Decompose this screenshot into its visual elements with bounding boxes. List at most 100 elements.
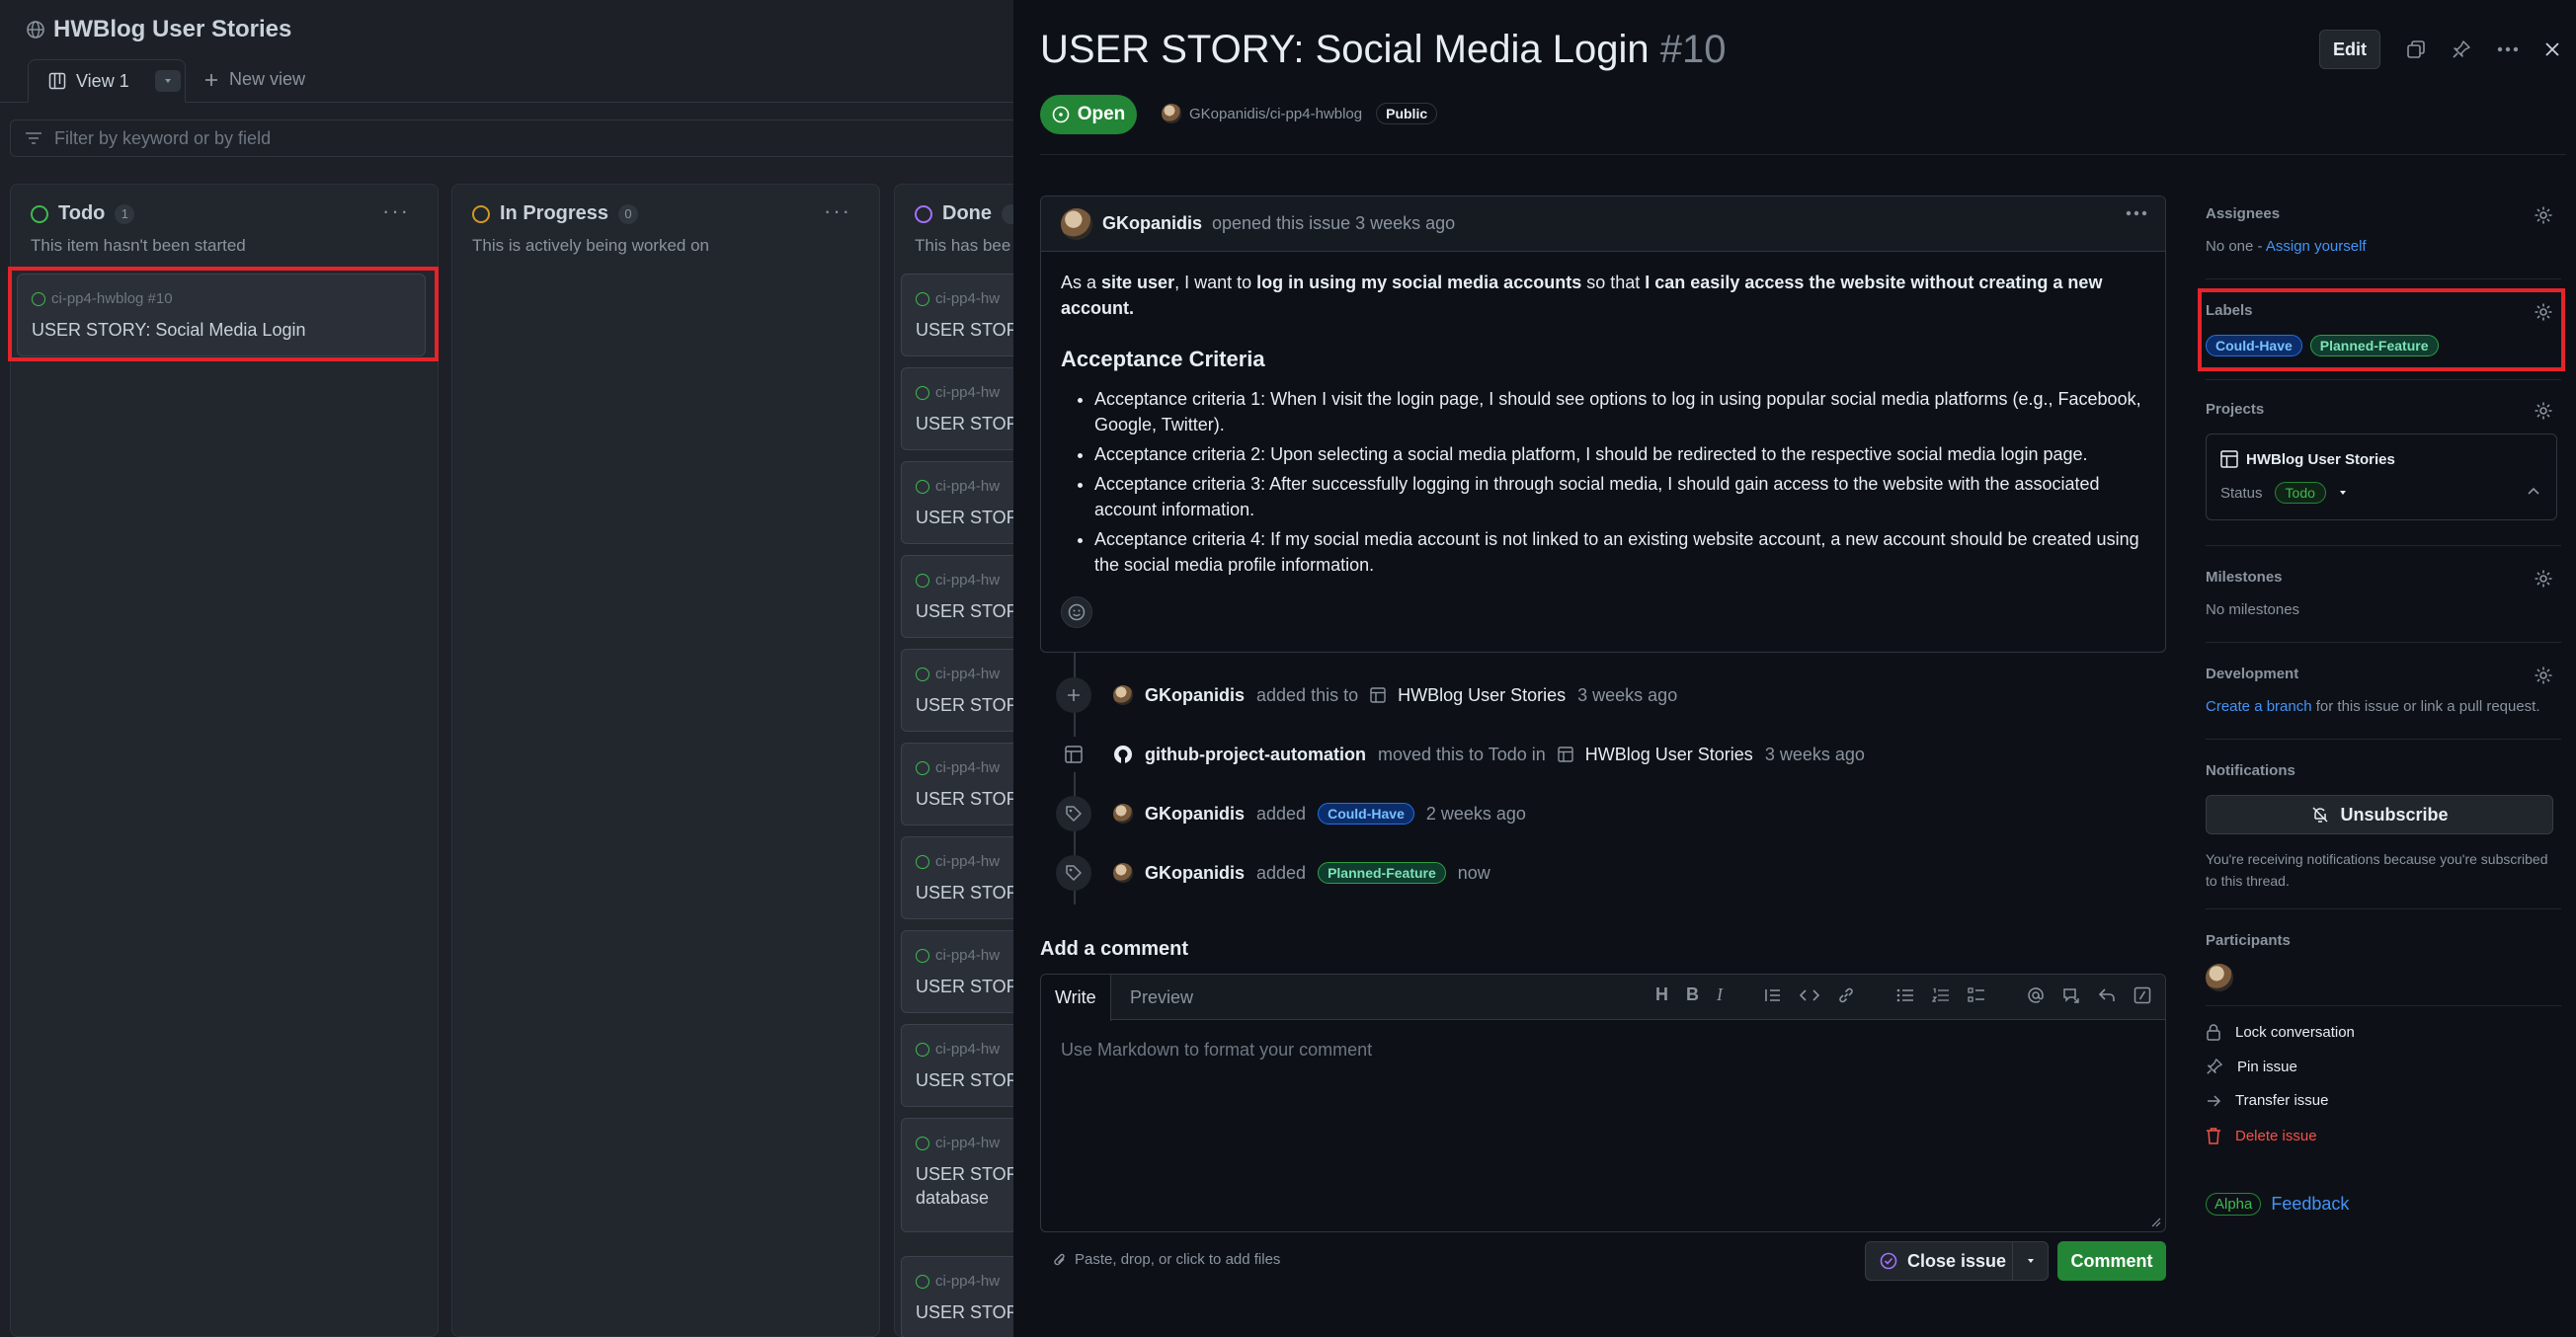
column-title: Done	[942, 202, 992, 224]
column-title: In Progress	[500, 202, 609, 224]
acceptance-heading: Acceptance Criteria	[1061, 347, 1265, 371]
close-options-dropdown[interactable]	[2012, 1242, 2048, 1280]
numbered-list-icon[interactable]	[1932, 987, 1950, 1003]
open-issue-icon	[916, 291, 929, 306]
tab-preview[interactable]: Preview	[1130, 975, 1193, 1020]
open-issue-icon	[916, 385, 929, 400]
attach-files[interactable]: Paste, drop, or click to add files	[1053, 1251, 1280, 1268]
code-icon[interactable]	[1800, 988, 1819, 1002]
pin-issue-button[interactable]: Pin issue	[2206, 1058, 2297, 1075]
event-actor[interactable]: GKopanidis	[1145, 804, 1245, 825]
open-issue-icon	[916, 760, 929, 775]
close-icon[interactable]	[2544, 41, 2560, 57]
tab-view-1[interactable]: View 1	[28, 59, 186, 103]
transfer-issue-button[interactable]: Transfer issue	[2206, 1092, 2328, 1109]
project-title: HWBlog User Stories	[26, 16, 291, 43]
comment-button[interactable]: Comment	[2057, 1241, 2166, 1281]
slash-commands-icon[interactable]	[2133, 986, 2151, 1004]
development-section: Development Create a branch for this iss…	[2206, 666, 2561, 715]
resize-handle-icon[interactable]	[2151, 1218, 2161, 1227]
pin-icon[interactable]	[2452, 39, 2471, 59]
user-story-text: As a site user, I want to log in using m…	[1061, 273, 2103, 318]
open-issue-icon	[916, 1274, 929, 1289]
gear-icon[interactable]	[2534, 569, 2553, 589]
issue-body-comment: GKopanidis opened this issue 3 weeks ago…	[1040, 196, 2166, 653]
edit-button[interactable]: Edit	[2319, 30, 2380, 69]
plus-icon	[203, 72, 219, 88]
globe-icon	[26, 20, 45, 39]
reply-icon[interactable]	[2098, 987, 2116, 1003]
unsubscribe-button[interactable]: Unsubscribe	[2206, 795, 2553, 834]
event-actor[interactable]: GKopanidis	[1145, 685, 1245, 706]
issue-title: USER STORY: Social Media Login #10	[1040, 28, 1727, 71]
column-menu-button[interactable]: ···	[382, 198, 410, 224]
new-view-button[interactable]: New view	[203, 69, 305, 90]
avatar	[1113, 804, 1133, 824]
project-link[interactable]: HWBlog User Stories	[2246, 451, 2395, 468]
status-select[interactable]: Todo	[2274, 482, 2326, 504]
add-comment-heading: Add a comment	[1040, 938, 1189, 960]
gear-icon[interactable]	[2534, 666, 2553, 685]
open-issue-icon	[916, 479, 929, 494]
markdown-toolbar: H B I	[1655, 984, 2151, 1005]
event-target-link[interactable]: HWBlog User Stories	[1398, 685, 1566, 706]
add-reaction-button[interactable]	[1061, 596, 1092, 628]
reference-icon[interactable]	[2062, 986, 2080, 1004]
tag-icon	[1056, 796, 1091, 831]
copy-icon[interactable]	[2406, 39, 2426, 59]
assign-yourself-link[interactable]: Assign yourself	[2266, 238, 2367, 255]
heading-icon[interactable]: H	[1655, 984, 1668, 1005]
repo-link[interactable]: GKopanidis/ci-pp4-hwblog	[1189, 106, 1362, 122]
bold-icon[interactable]: B	[1686, 984, 1699, 1005]
task-list-icon[interactable]	[1968, 986, 1985, 1003]
close-issue-button[interactable]: Close issue	[1865, 1241, 2049, 1281]
open-issue-icon	[916, 854, 929, 869]
label-planned-feature[interactable]: Planned-Feature	[1318, 862, 1446, 884]
status-circle-icon	[472, 204, 490, 223]
comment-body: As a site user, I want to log in using m…	[1041, 252, 2165, 599]
pin-icon	[2206, 1058, 2223, 1075]
list-item: Acceptance criteria 4: If my social medi…	[1094, 526, 2145, 578]
event-actor[interactable]: github-project-automation	[1145, 745, 1366, 765]
gear-icon[interactable]	[2534, 401, 2553, 421]
quote-icon[interactable]	[1764, 987, 1782, 1003]
tab-write[interactable]: Write	[1041, 975, 1111, 1021]
caret-down-icon[interactable]	[2338, 488, 2348, 498]
view-options-dropdown[interactable]	[154, 70, 181, 92]
comment-author[interactable]: GKopanidis	[1102, 213, 1202, 234]
label-could-have[interactable]: Could-Have	[1318, 803, 1414, 825]
italic-icon[interactable]: I	[1717, 984, 1723, 1005]
event-target-link[interactable]: HWBlog User Stories	[1585, 745, 1753, 765]
comment-options-icon[interactable]	[2126, 210, 2147, 216]
timeline-event: github-project-automation moved this to …	[1056, 737, 1865, 772]
lock-conversation-button[interactable]: Lock conversation	[2206, 1023, 2355, 1041]
assignees-section: Assignees No one - Assign yourself	[2206, 205, 2561, 255]
open-issue-icon	[916, 667, 929, 681]
plus-icon	[1056, 677, 1091, 713]
open-issue-icon	[916, 948, 929, 963]
gear-icon[interactable]	[2534, 205, 2553, 225]
criteria-list: Acceptance criteria 1: When I visit the …	[1061, 386, 2145, 578]
more-options-icon[interactable]	[2497, 46, 2519, 52]
project-board: HWBlog User Stories View 1 New view Filt…	[0, 0, 1098, 1337]
column-menu-button[interactable]: ···	[824, 198, 851, 224]
create-branch-link[interactable]: Create a branch	[2206, 698, 2312, 715]
feedback-link[interactable]: Feedback	[2271, 1194, 2349, 1215]
event-actor[interactable]: GKopanidis	[1145, 863, 1245, 884]
comment-input[interactable]: Use Markdown to format your comment	[1061, 1040, 1372, 1061]
header-actions: Edit	[2319, 30, 2560, 69]
project-card: HWBlog User Stories Status Todo	[2206, 433, 2557, 520]
avatar[interactable]	[1061, 207, 1092, 240]
filter-input[interactable]: Filter by keyword or by field	[10, 119, 1017, 157]
avatar	[1162, 104, 1181, 123]
mention-icon[interactable]	[2027, 986, 2045, 1004]
delete-issue-button[interactable]: Delete issue	[2206, 1127, 2317, 1144]
item-count: 0	[618, 203, 639, 224]
bullet-list-icon[interactable]	[1896, 987, 1914, 1003]
repo-info: GKopanidis/ci-pp4-hwblog Public	[1162, 103, 1438, 124]
avatar[interactable]	[2206, 964, 2233, 991]
issue-state-badge: Open	[1040, 95, 1137, 134]
link-icon[interactable]	[1837, 986, 1855, 1004]
chevron-up-icon[interactable]	[2527, 486, 2540, 496]
timeline-event: GKopanidis added this to HWBlog User Sto…	[1056, 677, 1677, 713]
